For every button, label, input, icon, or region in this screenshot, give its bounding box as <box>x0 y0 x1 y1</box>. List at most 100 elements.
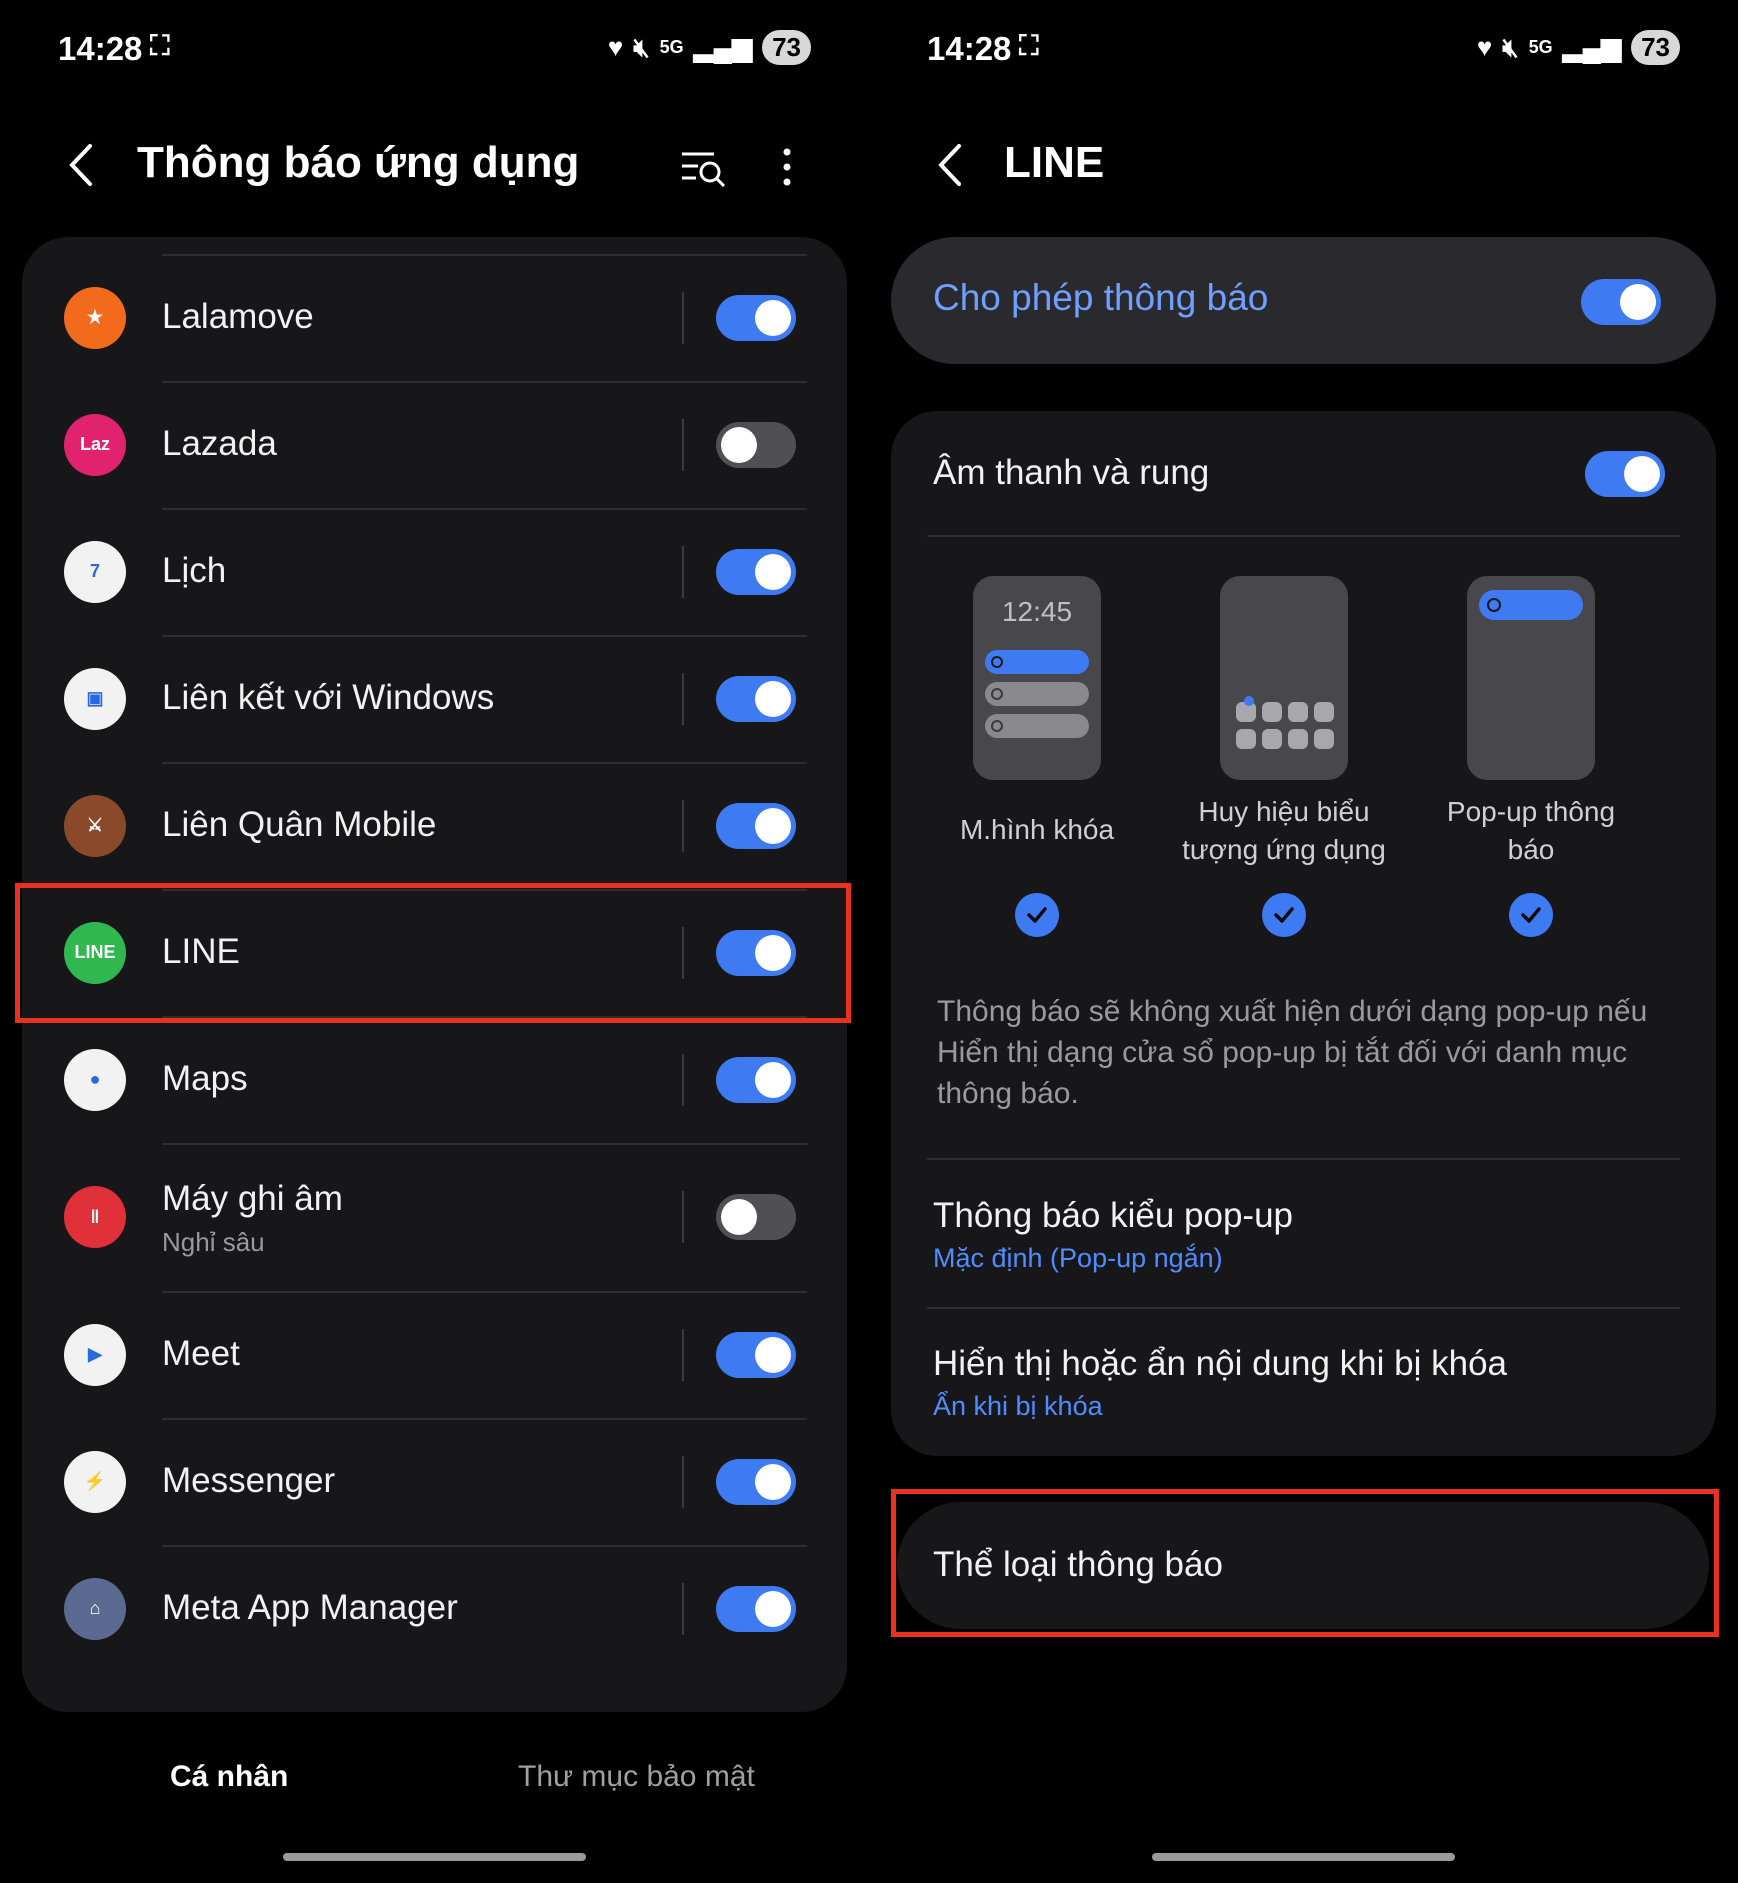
home-indicator <box>1152 1853 1455 1861</box>
app-row[interactable]: ▣ Liên kết với Windows <box>22 635 847 762</box>
meet-icon: ▶ <box>64 1323 126 1386</box>
lock-screen-preview[interactable]: 12:45 <box>973 576 1101 780</box>
notification-toggle[interactable] <box>716 1194 796 1240</box>
line-notification-settings-screen: 14:28 ⛶ ♥ 🔇︎ 5G ▂▄▆ 73 LINE Cho phép thô… <box>869 0 1738 1883</box>
bottom-tabs: Cá nhân Thư mục bảo mật <box>0 1760 869 1820</box>
notification-toggle[interactable] <box>716 294 796 341</box>
popup-preview[interactable] <box>1467 576 1595 780</box>
app-name: Meet <box>162 1334 240 1373</box>
app-row[interactable]: 7 Lịch <box>22 508 847 635</box>
badge-check-icon[interactable] <box>1262 893 1306 937</box>
divider <box>927 535 1680 537</box>
sound-vibration-toggle[interactable] <box>1585 451 1665 497</box>
tab-personal[interactable]: Cá nhân <box>170 1760 288 1794</box>
lien-quan-icon: ⚔ <box>64 794 126 857</box>
tab-secure-folder[interactable]: Thư mục bảo mật <box>518 1760 755 1794</box>
link-to-windows-icon: ▣ <box>64 667 126 730</box>
app-row[interactable]: ⚔ Liên Quân Mobile <box>22 762 847 889</box>
notification-toggle[interactable] <box>716 675 796 722</box>
divider <box>162 1291 807 1293</box>
divider <box>162 254 807 256</box>
network-icon: 5G <box>659 37 684 57</box>
signal-icon: ▂▄▆ <box>693 32 753 62</box>
search-filter-icon[interactable] <box>678 142 728 192</box>
divider <box>162 635 807 637</box>
badge-caption: Huy hiệu biểu tượng ứng dụng <box>1182 796 1386 865</box>
divider <box>162 1545 807 1547</box>
back-icon[interactable] <box>62 140 102 190</box>
status-bar: 14:28 ⛶ ♥ 🔇︎ 5G ▂▄▆ 73 <box>58 28 811 68</box>
status-bar: 14:28 ⛶ ♥ 🔇︎ 5G ▂▄▆ 73 <box>927 28 1680 68</box>
notification-toggle[interactable] <box>716 421 796 468</box>
lalamove-icon: ★ <box>64 286 126 349</box>
separator <box>682 418 684 471</box>
app-status: Nghỉ sâu <box>162 1227 265 1257</box>
sound-vibration-row[interactable]: Âm thanh và rung <box>891 411 1716 539</box>
lock-screen-check-icon[interactable] <box>1015 893 1059 937</box>
allow-notifications-label: Cho phép thông báo <box>933 277 1269 318</box>
battery-icon: 73 <box>1631 30 1680 65</box>
popup-style-title[interactable]: Thông báo kiểu pop-up <box>933 1196 1293 1236</box>
notification-settings-card: Âm thanh và rung 12:45 M.hình khóa Huy h… <box>891 411 1716 1456</box>
popup-caption: Pop-up thông báo <box>1446 796 1616 865</box>
notification-toggle[interactable] <box>716 1458 796 1505</box>
home-indicator <box>283 1853 586 1861</box>
heart-icon: ♥ <box>1476 32 1493 62</box>
network-icon: 5G <box>1528 37 1553 57</box>
app-name: Lalamove <box>162 297 314 336</box>
notification-toggle[interactable] <box>716 1585 796 1632</box>
app-row[interactable]: Laz Lazada <box>22 381 847 508</box>
phone-clock: 12:45 <box>1001 596 1073 627</box>
sound-vibration-label: Âm thanh và rung <box>933 453 1210 492</box>
heart-icon: ♥ <box>607 32 624 62</box>
mute-icon: 🔇︎ <box>633 31 650 62</box>
more-options-icon[interactable] <box>762 142 812 192</box>
app-name: Lịch <box>162 551 227 590</box>
separator <box>682 672 684 725</box>
app-name: Meta App Manager <box>162 1588 458 1627</box>
app-row[interactable]: ★ Lalamove <box>22 254 847 381</box>
separator <box>682 799 684 852</box>
allow-notifications-toggle[interactable] <box>1581 279 1661 325</box>
popup-style-value: Mặc định (Pop-up ngắn) <box>933 1243 1223 1273</box>
lock-content-value: Ẩn khi bị khóa <box>933 1391 1103 1421</box>
separator <box>682 545 684 598</box>
app-name: Máy ghi âm <box>162 1179 343 1218</box>
app-name: Messenger <box>162 1461 336 1500</box>
back-icon[interactable] <box>931 140 971 190</box>
app-name: Liên Quân Mobile <box>162 805 437 844</box>
allow-notifications-card[interactable]: Cho phép thông báo <box>891 237 1716 364</box>
popup-check-icon[interactable] <box>1509 893 1553 937</box>
lock-screen-caption: M.hình khóa <box>959 814 1115 845</box>
header: Thông báo ứng dụng <box>0 130 869 200</box>
app-row[interactable]: ⚡ Messenger <box>22 1418 847 1545</box>
separator <box>682 1582 684 1635</box>
notification-toggle[interactable] <box>716 1056 796 1103</box>
separator <box>682 1191 684 1243</box>
notification-toggle[interactable] <box>716 802 796 849</box>
messenger-icon: ⚡ <box>64 1450 126 1513</box>
separator <box>682 1455 684 1508</box>
divider <box>162 1418 807 1420</box>
page-title: LINE <box>1004 138 1105 187</box>
divider <box>162 381 807 383</box>
notification-toggle[interactable] <box>716 1331 796 1378</box>
app-name: Lazada <box>162 424 277 463</box>
divider <box>162 1143 807 1145</box>
app-row[interactable]: ▶ Meet <box>22 1291 847 1418</box>
separator <box>682 1053 684 1106</box>
divider <box>927 1158 1680 1160</box>
separator <box>682 1328 684 1381</box>
app-name: Liên kết với Windows <box>162 678 495 717</box>
notification-toggle[interactable] <box>716 548 796 595</box>
page-title: Thông báo ứng dụng <box>137 138 580 187</box>
app-icon-badge-preview[interactable] <box>1220 576 1348 780</box>
app-row[interactable]: ● Maps <box>22 1016 847 1143</box>
header: LINE <box>869 130 1738 200</box>
popup-note: Thông báo sẽ không xuất hiện dưới dạng p… <box>937 995 1648 1110</box>
app-row[interactable]: ‖ Máy ghi âm Nghỉ sâu <box>22 1143 847 1291</box>
lock-content-title[interactable]: Hiển thị hoặc ẩn nội dung khi bị khóa <box>933 1344 1507 1384</box>
mute-icon: 🔇︎ <box>1502 31 1519 62</box>
app-row[interactable]: ⌂ Meta App Manager <box>22 1545 847 1672</box>
battery-icon: 73 <box>762 30 811 65</box>
